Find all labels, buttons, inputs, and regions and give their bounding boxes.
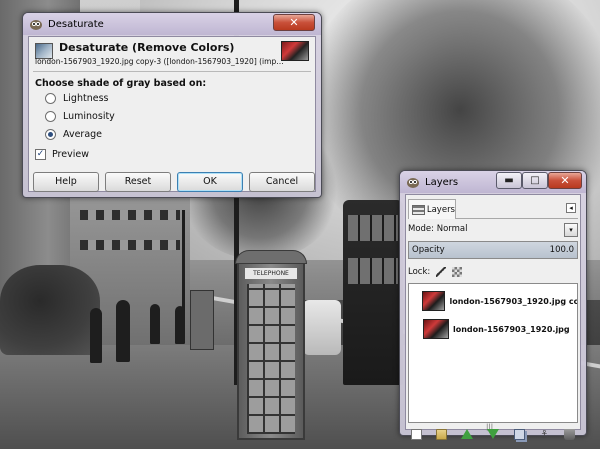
tab-layers[interactable]: Layers: [408, 199, 456, 219]
lock-label: Lock:: [408, 267, 431, 277]
telephone-box: TELEPHONE: [235, 250, 307, 440]
delete-layer-icon[interactable]: [563, 428, 575, 440]
radio-lightness[interactable]: Lightness: [45, 93, 108, 104]
lock-pixels-icon[interactable]: [436, 267, 447, 277]
pedestrian: [175, 306, 185, 344]
cancel-button[interactable]: Cancel: [249, 172, 315, 192]
shade-section-label: Choose shade of gray based on:: [35, 78, 207, 89]
layers-icon: [412, 204, 425, 215]
pedestrian: [90, 308, 102, 363]
layers-titlebar[interactable]: Layers ▬ □ ✕: [400, 171, 586, 193]
preview-checkbox-row[interactable]: ✓ Preview: [35, 149, 89, 160]
help-button[interactable]: Help: [33, 172, 99, 192]
layer-row[interactable]: london-1567903_1920.jpg: [409, 316, 577, 342]
lock-row: Lock:: [408, 265, 463, 279]
building-windows: [80, 210, 180, 220]
desaturate-dialog: Desaturate ✕ Desaturate (Remove Colors) …: [22, 12, 322, 198]
dock-tabstrip: Layers ◂: [408, 197, 578, 219]
layer-thumbnail: [423, 319, 449, 339]
gimp-wilber-icon: [30, 20, 42, 30]
pedestrian: [116, 300, 130, 362]
desaturate-client: Desaturate (Remove Colors) london-156790…: [28, 36, 316, 192]
cancel-button-label: Cancel: [265, 176, 299, 187]
opacity-slider[interactable]: Opacity 100.0: [408, 241, 578, 259]
layer-name: london-1567903_1920.jpg: [453, 324, 570, 334]
tab-menu-button[interactable]: ◂: [566, 203, 576, 213]
radio-button[interactable]: [45, 129, 56, 140]
new-layer-icon[interactable]: [411, 428, 422, 440]
ok-button[interactable]: OK: [177, 172, 243, 192]
help-button-label: Help: [55, 176, 77, 187]
radio-luminosity[interactable]: Luminosity: [45, 111, 115, 122]
telephone-box-panes: [247, 284, 295, 434]
tab-label: Layers: [426, 204, 455, 215]
divider: [33, 71, 311, 72]
ok-button-label: OK: [203, 176, 217, 187]
visibility-toggle[interactable]: [409, 316, 423, 342]
layers-window-title: Layers: [425, 176, 459, 188]
telephone-box-roof: [235, 250, 307, 264]
radio-button[interactable]: [45, 93, 56, 104]
car: [303, 300, 341, 355]
duplicate-layer-icon[interactable]: [513, 428, 525, 440]
opacity-label: Opacity: [412, 245, 445, 255]
minimize-button[interactable]: ▬: [496, 172, 522, 189]
reset-button[interactable]: Reset: [105, 172, 171, 192]
raise-layer-icon[interactable]: [461, 429, 474, 439]
dialog-title: Desaturate (Remove Colors): [59, 41, 235, 54]
new-layer-group-icon[interactable]: [436, 428, 448, 440]
mode-select[interactable]: Mode: Normal ▾: [408, 223, 578, 237]
preview-checkbox[interactable]: ✓: [35, 149, 46, 160]
chevron-down-icon[interactable]: ▾: [564, 223, 578, 237]
opacity-value[interactable]: 100.0: [550, 245, 574, 255]
image-subtitle: london-1567903_1920.jpg copy-3 ([london-…: [35, 57, 287, 66]
layer-list: london-1567903_1920.jpg copy london-1567…: [408, 283, 578, 423]
bus-windows: [348, 215, 398, 241]
gimp-wilber-icon: [407, 178, 419, 188]
desaturate-titlebar[interactable]: Desaturate ✕: [23, 13, 321, 35]
lock-alpha-icon[interactable]: [452, 267, 463, 277]
building-windows: [80, 240, 180, 250]
preview-label: Preview: [52, 149, 89, 160]
maximize-button[interactable]: □: [522, 172, 548, 189]
layer-thumbnail: [421, 291, 446, 311]
layers-window: Layers ▬ □ ✕ Layers ◂ Mode: Normal ▾ Opa…: [399, 170, 587, 440]
mode-label: Mode: Normal: [408, 224, 468, 234]
telephone-sign: TELEPHONE: [245, 268, 297, 279]
radio-average[interactable]: Average: [45, 129, 102, 140]
radio-button[interactable]: [45, 111, 56, 122]
reset-button-label: Reset: [124, 176, 152, 187]
desaturate-window-title: Desaturate: [48, 18, 104, 30]
image-thumbnail: [281, 41, 309, 61]
close-button[interactable]: ✕: [273, 14, 315, 31]
kiosk: [190, 290, 214, 350]
layer-row[interactable]: london-1567903_1920.jpg copy: [409, 288, 577, 314]
hedge: [0, 265, 100, 355]
lower-layer-icon[interactable]: [487, 429, 500, 439]
close-button[interactable]: ✕: [548, 172, 582, 189]
visibility-toggle[interactable]: [409, 288, 422, 314]
dialog-header: Desaturate (Remove Colors) london-156790…: [35, 41, 309, 71]
pedestrian: [150, 304, 160, 344]
bus-windows: [348, 258, 398, 284]
anchor-layer-icon[interactable]: ⚓: [539, 429, 550, 440]
radio-label: Average: [63, 129, 103, 140]
layer-name: london-1567903_1920.jpg copy: [449, 296, 577, 306]
layers-client: Layers ◂ Mode: Normal ▾ Opacity 100.0 Lo…: [405, 194, 581, 440]
radio-label: Luminosity: [63, 111, 115, 122]
layers-toolbar: ⚓: [408, 427, 578, 441]
radio-label: Lightness: [63, 93, 109, 104]
